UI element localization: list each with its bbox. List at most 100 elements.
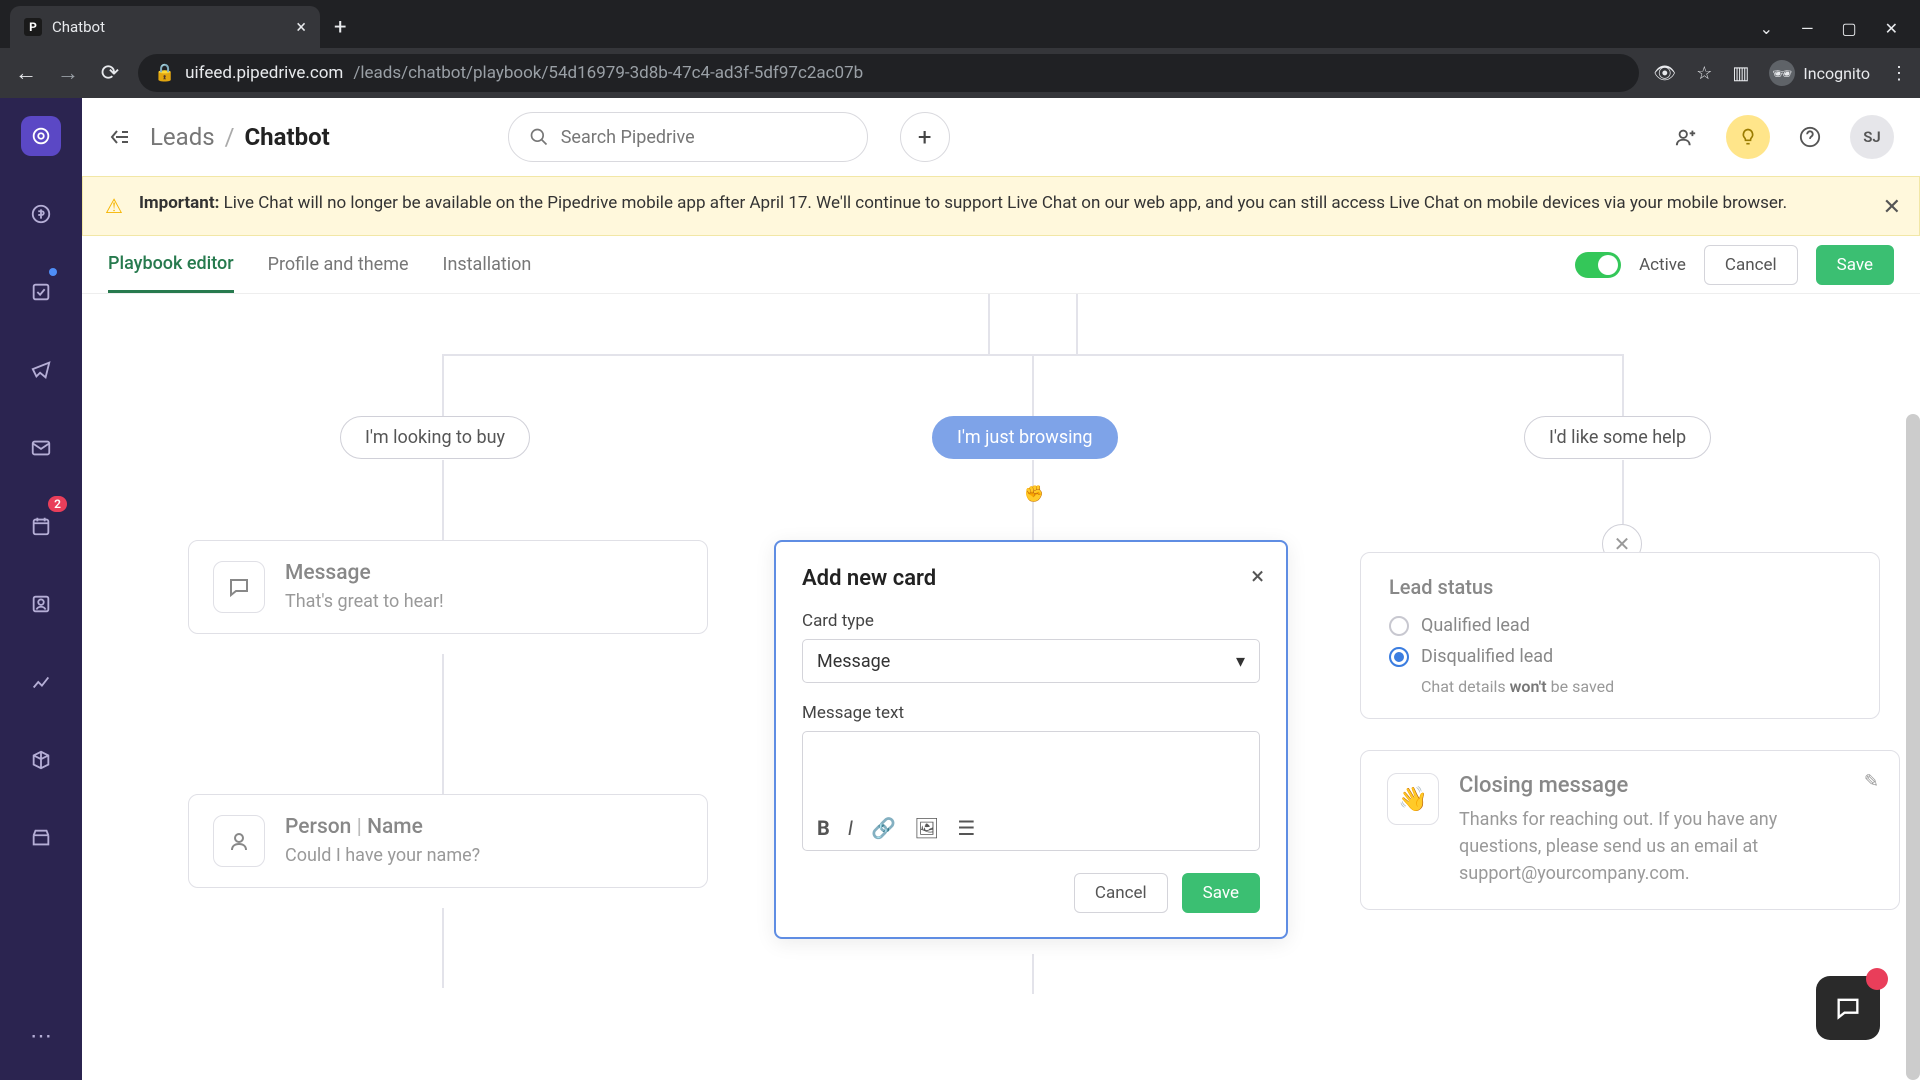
window-controls: ⌄ — ▢ ✕ <box>1760 19 1920 48</box>
message-card[interactable]: Message That's great to hear! <box>188 540 708 634</box>
incognito-icon: 🕶 <box>1769 60 1795 86</box>
radio-qualified[interactable]: Qualified lead <box>1389 615 1851 636</box>
connector-line <box>442 908 444 988</box>
tab-title: Chatbot <box>52 18 286 36</box>
bold-icon[interactable]: B <box>817 816 830 840</box>
card-body: Could I have your name? <box>285 845 480 866</box>
card-title: Message <box>285 561 444 585</box>
sidebar-item-insights[interactable] <box>21 662 61 702</box>
modal-save-button[interactable]: Save <box>1182 873 1260 913</box>
connector-line <box>988 294 990 354</box>
link-icon[interactable]: 🔗 <box>871 816 896 840</box>
sidebar-item-focus[interactable] <box>21 116 61 156</box>
breadcrumb-parent[interactable]: Leads <box>150 123 215 151</box>
radio-disqualified[interactable]: Disqualified lead <box>1389 646 1851 667</box>
connector-line <box>442 354 444 416</box>
connector-line <box>1076 294 1078 354</box>
person-icon <box>213 815 265 867</box>
connector-line <box>1622 460 1624 524</box>
lead-status-card[interactable]: Lead status Qualified lead Disqualified … <box>1360 552 1880 719</box>
person-card[interactable]: Person | Name Could I have your name? <box>188 794 708 888</box>
closing-message-card[interactable]: 👋 Closing message Thanks for reaching ou… <box>1360 750 1900 910</box>
grab-cursor-icon: ✊ <box>1024 484 1044 503</box>
tips-icon[interactable] <box>1726 115 1770 159</box>
collapse-sidebar-icon[interactable] <box>108 125 132 149</box>
star-icon[interactable]: ☆ <box>1696 63 1712 84</box>
image-icon[interactable]: 🖼 <box>914 816 939 840</box>
url-field[interactable]: 🔒 uifeed.pipedrive.com/leads/chatbot/pla… <box>138 54 1639 92</box>
select-value: Message <box>817 651 890 672</box>
back-icon[interactable]: ← <box>12 60 40 86</box>
avatar[interactable]: SJ <box>1850 115 1894 159</box>
page-title: Chatbot <box>244 123 329 151</box>
sidebar-item-products[interactable] <box>21 740 61 780</box>
sidebar-item-projects[interactable] <box>21 272 61 312</box>
text-toolbar: B I 🔗 🖼 ☰ <box>803 806 1259 850</box>
italic-icon[interactable]: I <box>848 816 853 840</box>
invite-users-icon[interactable] <box>1664 115 1708 159</box>
help-icon[interactable] <box>1788 115 1832 159</box>
maximize-icon[interactable]: ▢ <box>1841 19 1856 38</box>
sidebar-item-mail[interactable] <box>21 428 61 468</box>
card-type-label: Card type <box>802 611 1260 631</box>
search-input[interactable]: Search Pipedrive <box>508 112 868 162</box>
live-chat-button[interactable] <box>1816 976 1880 1040</box>
connector-line <box>442 460 444 540</box>
card-type-select[interactable]: Message ▾ <box>802 639 1260 683</box>
card-title: Person | Name <box>285 815 480 839</box>
chevron-down-icon: ▾ <box>1236 651 1245 672</box>
breadcrumb: Leads / Chatbot <box>150 123 330 151</box>
tab-installation[interactable]: Installation <box>443 238 532 291</box>
card-body: Thanks for reaching out. If you have any… <box>1459 806 1819 887</box>
reload-icon[interactable]: ⟳ <box>96 61 124 86</box>
active-toggle[interactable] <box>1575 252 1621 278</box>
close-banner-icon[interactable]: ✕ <box>1883 191 1901 224</box>
lock-icon: 🔒 <box>154 63 175 83</box>
notice-banner: ⚠ Important: Live Chat will no longer be… <box>82 176 1920 236</box>
save-button[interactable]: Save <box>1816 245 1894 285</box>
panel-icon[interactable]: ▥ <box>1732 63 1749 84</box>
sidebar-item-marketplace[interactable] <box>21 818 61 858</box>
url-host: uifeed.pipedrive.com <box>185 63 343 83</box>
sidebar-item-campaigns[interactable] <box>21 350 61 390</box>
lead-hint: Chat details won't be saved <box>1421 677 1851 696</box>
chip-looking-to-buy[interactable]: I'm looking to buy <box>340 416 530 459</box>
sidebar-item-activities[interactable]: 2 <box>21 506 61 546</box>
modal-cancel-button[interactable]: Cancel <box>1074 873 1168 913</box>
browser-tab[interactable]: P Chatbot × <box>10 6 320 48</box>
connector-line <box>1032 354 1034 416</box>
sidebar-more-icon[interactable]: ⋯ <box>21 1016 61 1056</box>
breadcrumb-separator: / <box>221 123 239 151</box>
edit-icon[interactable]: ✎ <box>1864 771 1879 792</box>
close-modal-icon[interactable]: × <box>1251 562 1264 590</box>
incognito-label: Incognito <box>1803 64 1870 83</box>
minimize-icon[interactable]: — <box>1801 19 1814 38</box>
card-title: Closing message <box>1459 773 1819 798</box>
list-icon[interactable]: ☰ <box>957 816 975 840</box>
warning-icon: ⚠ <box>105 191 123 221</box>
wave-icon: 👋 <box>1387 773 1439 825</box>
cancel-button[interactable]: Cancel <box>1704 245 1798 285</box>
close-window-icon[interactable]: ✕ <box>1885 19 1898 38</box>
playbook-canvas[interactable]: I'm looking to buy I'm just browsing I'd… <box>82 294 1920 1080</box>
quick-add-button[interactable]: + <box>900 112 950 162</box>
menu-icon[interactable]: ⋮ <box>1890 63 1908 84</box>
close-tab-icon[interactable]: × <box>296 17 306 38</box>
chip-just-browsing[interactable]: I'm just browsing <box>932 416 1118 459</box>
forward-icon[interactable]: → <box>54 60 82 86</box>
chevron-down-icon[interactable]: ⌄ <box>1760 19 1773 38</box>
topbar: Leads / Chatbot Search Pipedrive + SJ <box>82 98 1920 176</box>
chip-like-help[interactable]: I'd like some help <box>1524 416 1711 459</box>
favicon: P <box>24 18 42 36</box>
tab-profile-theme[interactable]: Profile and theme <box>268 238 409 291</box>
message-textarea[interactable]: B I 🔗 🖼 ☰ <box>802 731 1260 851</box>
sidebar-item-deals[interactable] <box>21 194 61 234</box>
tab-playbook-editor[interactable]: Playbook editor <box>108 237 234 293</box>
radio-icon <box>1389 616 1409 636</box>
incognito-badge[interactable]: 🕶 Incognito <box>1769 60 1870 86</box>
new-tab-button[interactable]: + <box>320 7 360 48</box>
sidebar-item-contacts[interactable] <box>21 584 61 624</box>
eye-off-icon[interactable]: 👁 <box>1653 63 1676 84</box>
sidebar-badge: 2 <box>48 496 67 512</box>
active-label: Active <box>1639 255 1686 275</box>
